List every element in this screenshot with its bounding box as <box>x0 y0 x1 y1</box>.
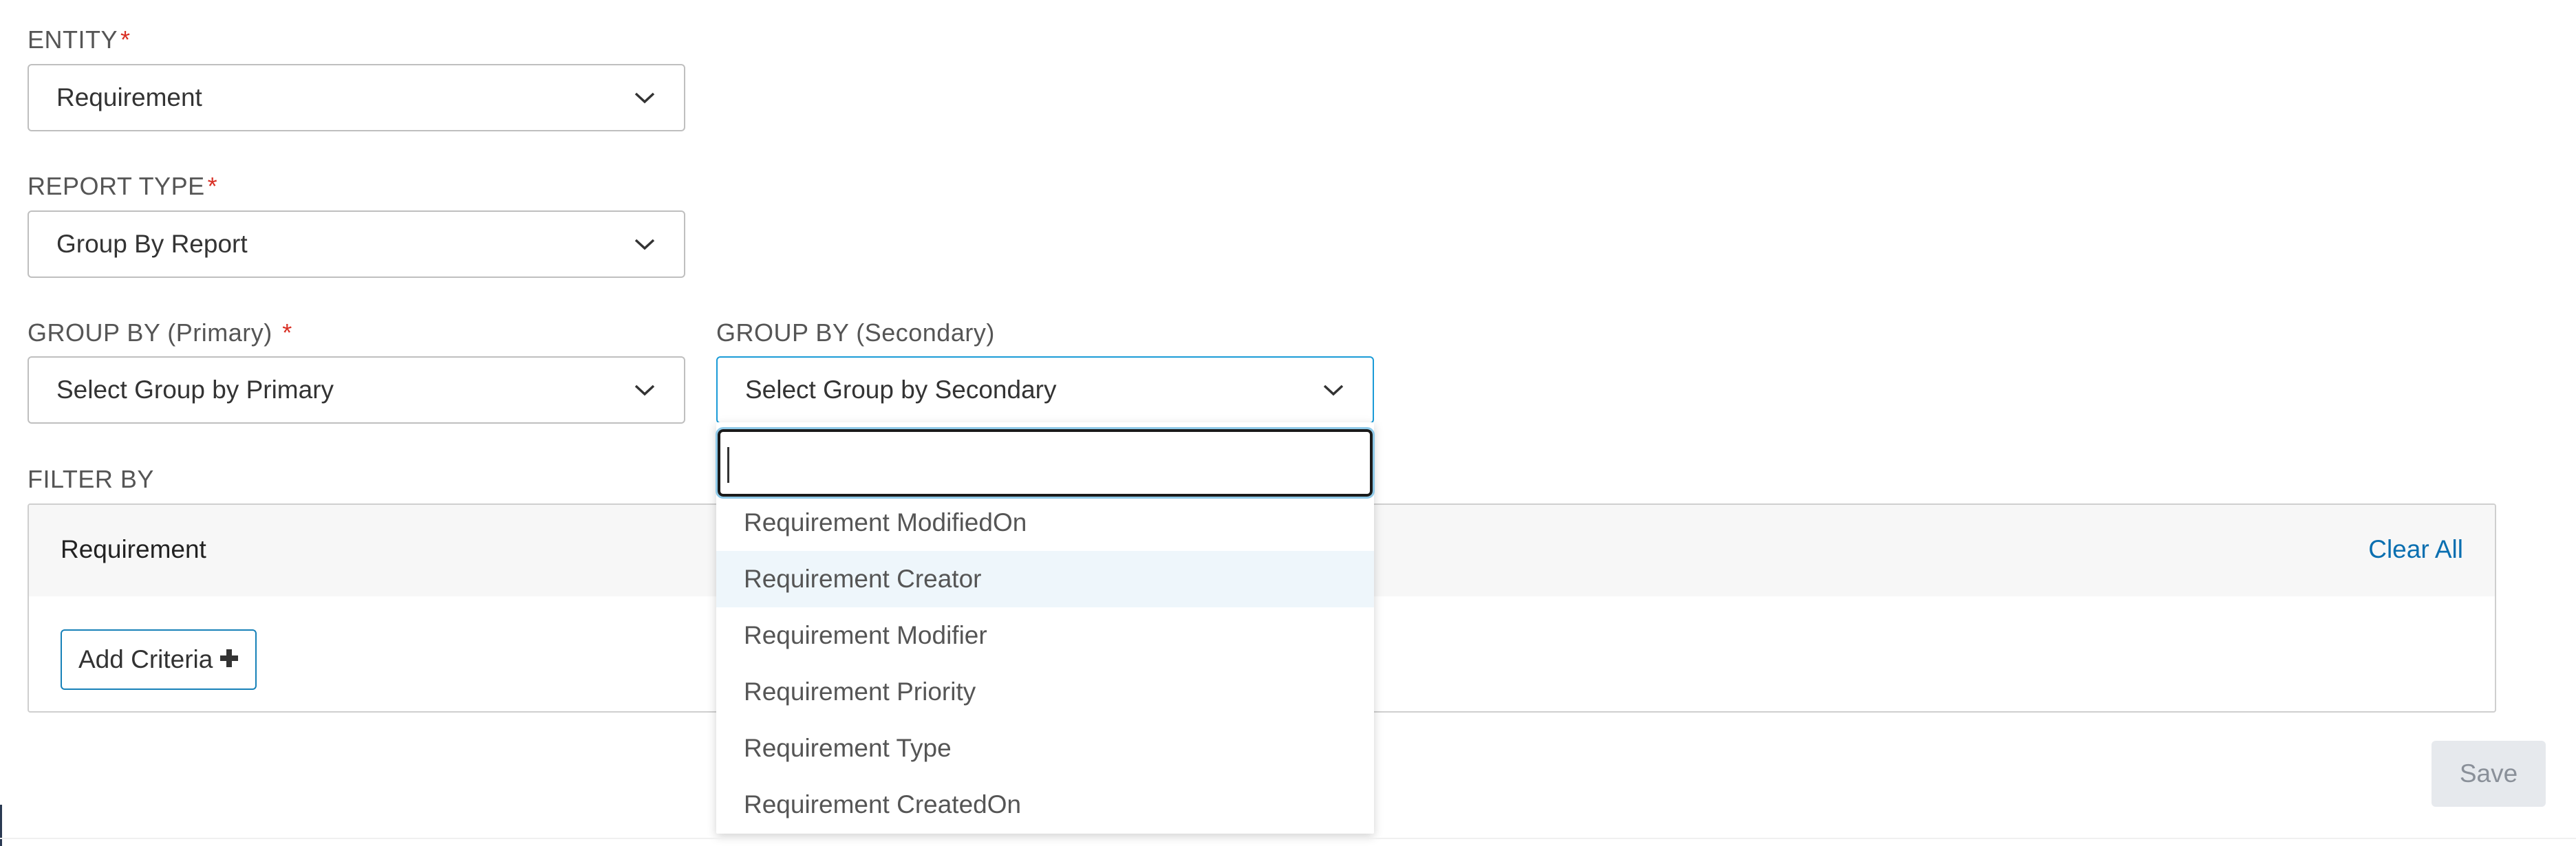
required-mark: * <box>282 318 292 347</box>
report-type-select[interactable]: Group By Report <box>28 210 685 278</box>
chevron-down-icon <box>633 378 656 402</box>
group-by-secondary-dropdown: Requirement ModifiedOn Requirement Creat… <box>716 422 1375 834</box>
report-form-page: ENTITY * Requirement REPORT TYPE * Group B… <box>0 0 2576 846</box>
divider <box>0 838 2576 839</box>
group-by-primary-label: GROUP BY (Primary) * <box>28 318 292 348</box>
entity-label-text: ENTITY <box>28 25 118 54</box>
report-type-select-value: Group By Report <box>56 230 248 258</box>
group-by-secondary-label-text: GROUP BY (Secondary) <box>716 318 995 347</box>
plus-icon <box>219 645 239 674</box>
dropdown-option[interactable]: Requirement CreatedOn <box>716 777 1374 833</box>
save-button[interactable]: Save <box>2432 741 2546 807</box>
chevron-down-icon <box>633 86 656 109</box>
required-mark: * <box>207 172 218 200</box>
dropdown-search-input[interactable] <box>716 427 1375 499</box>
filter-panel-title: Requirement <box>61 535 206 563</box>
required-mark: * <box>120 25 131 54</box>
group-by-primary-placeholder: Select Group by Primary <box>56 376 334 404</box>
dropdown-option[interactable]: Requirement Priority <box>716 664 1374 720</box>
group-by-secondary-select[interactable]: Select Group by Secondary <box>716 356 1374 424</box>
entity-select-value: Requirement <box>56 83 202 111</box>
text-cursor <box>727 447 729 483</box>
chevron-down-icon <box>1322 378 1345 402</box>
add-criteria-button[interactable]: Add Criteria <box>61 629 257 690</box>
entity-label: ENTITY * <box>28 25 131 55</box>
filter-by-label: FILTER BY <box>28 465 154 493</box>
entity-select[interactable]: Requirement <box>28 64 685 131</box>
group-by-secondary-label: GROUP BY (Secondary) <box>716 318 995 348</box>
dropdown-option[interactable]: Requirement Type <box>716 720 1374 777</box>
group-by-primary-label-text: GROUP BY (Primary) <box>28 318 272 347</box>
add-criteria-label: Add Criteria <box>78 645 213 673</box>
dropdown-option[interactable]: Requirement Modifier <box>716 607 1374 664</box>
report-type-label: REPORT TYPE * <box>28 171 217 202</box>
report-type-label-text: REPORT TYPE <box>28 172 205 200</box>
group-by-primary-select[interactable]: Select Group by Primary <box>28 356 685 424</box>
dropdown-option[interactable]: Requirement ModifiedOn <box>716 495 1374 551</box>
clear-all-link[interactable]: Clear All <box>2368 535 2463 564</box>
group-by-secondary-placeholder: Select Group by Secondary <box>745 376 1057 404</box>
edge-marker <box>0 805 2 846</box>
dropdown-option[interactable]: Requirement Creator <box>716 551 1374 607</box>
chevron-down-icon <box>633 232 656 256</box>
